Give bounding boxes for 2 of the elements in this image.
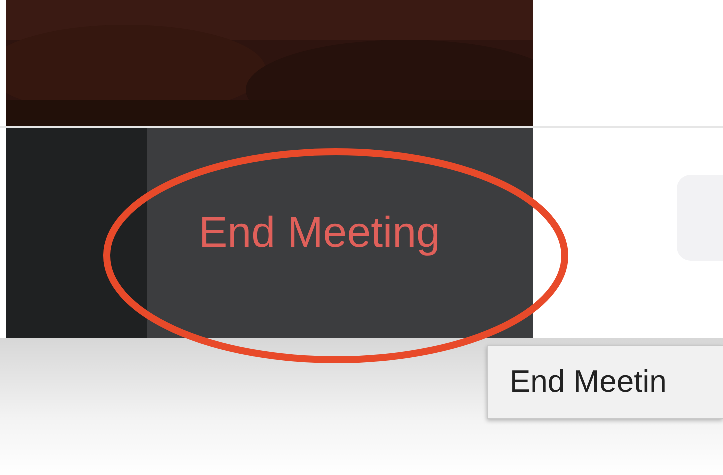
end-meeting-button[interactable]: End Meeting [147,128,533,338]
tooltip: End Meetin [487,345,723,419]
